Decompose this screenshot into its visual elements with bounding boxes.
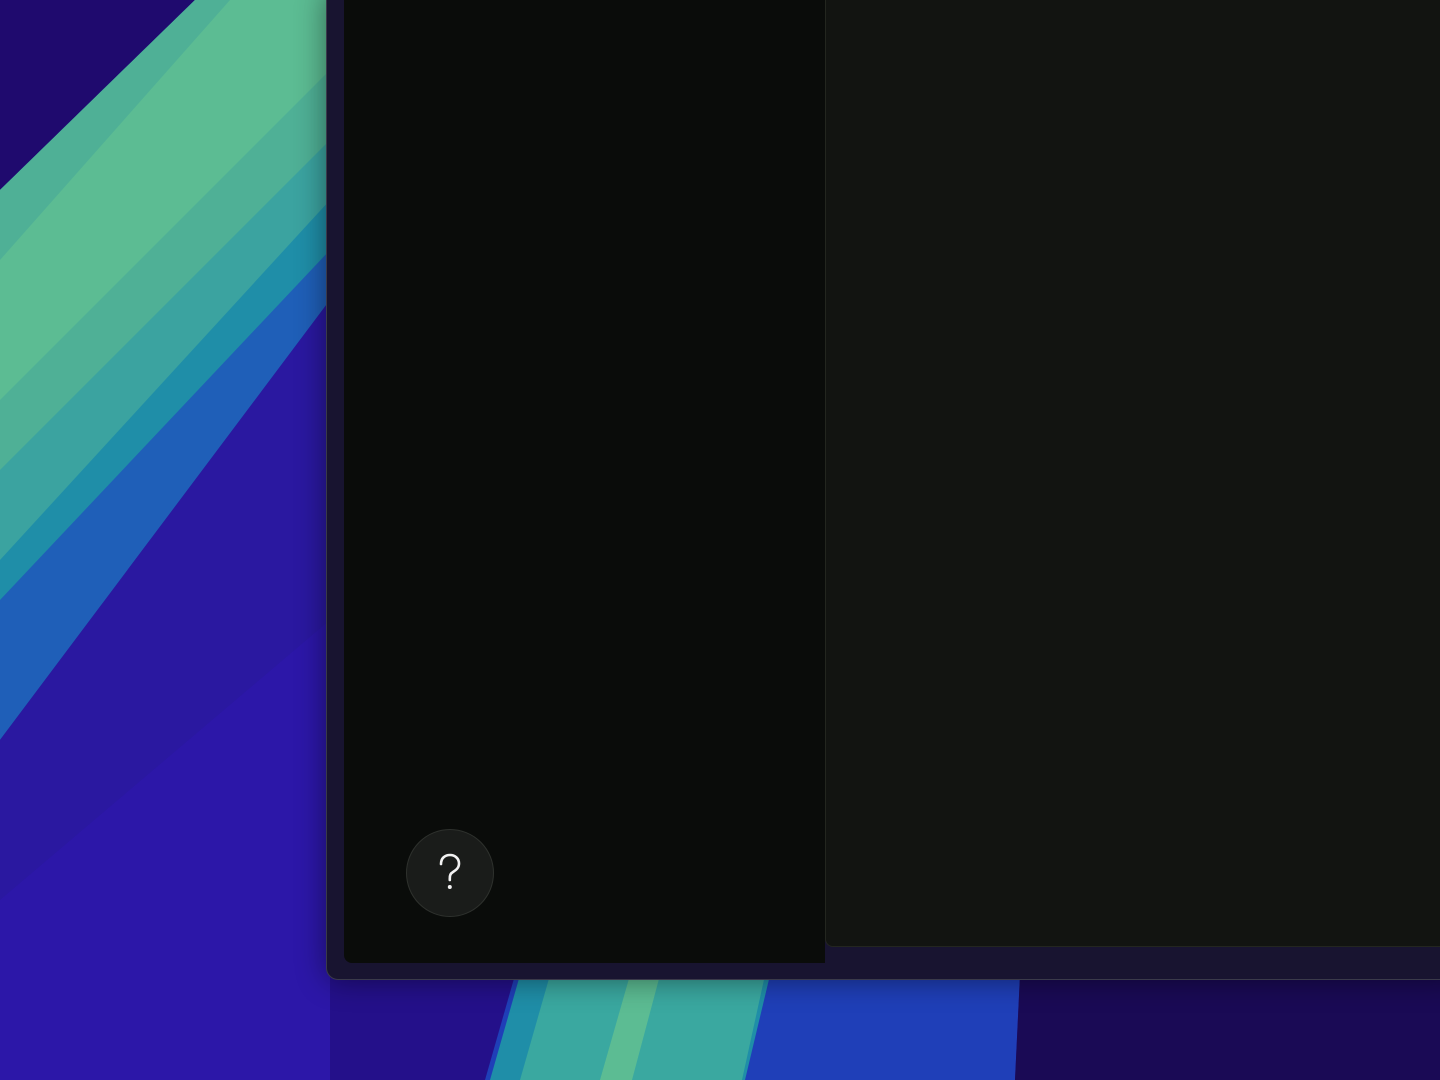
app-window: ? xyxy=(326,0,1440,980)
question-mark-icon xyxy=(436,853,464,893)
help-button[interactable]: ? xyxy=(406,829,494,917)
right-pane xyxy=(825,0,1440,947)
left-pane: ? xyxy=(344,0,825,963)
desktop-wallpaper: ? xyxy=(0,0,1440,1080)
